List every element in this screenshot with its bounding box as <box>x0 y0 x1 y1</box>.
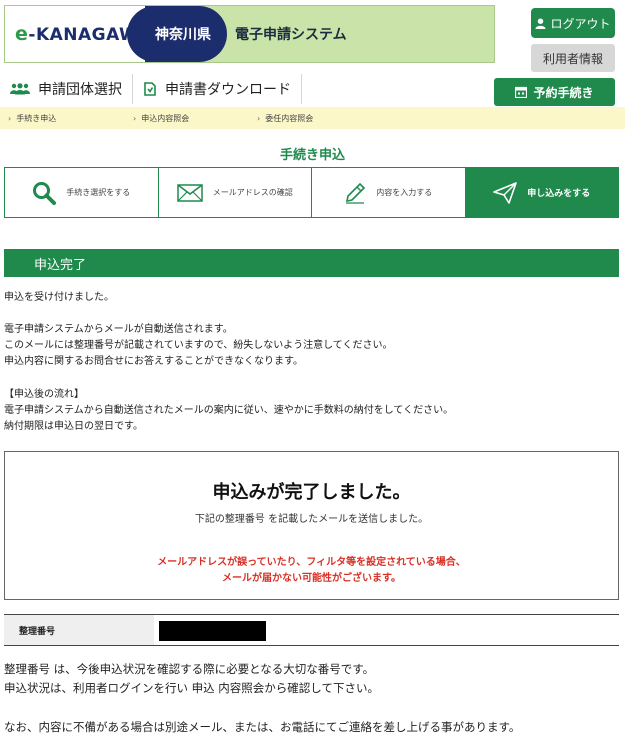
footer-note-1: 整理番号 は、今後申込状況を確認する際に必要となる大切な番号です。 <box>4 662 375 676</box>
warning-line: メールアドレスが誤っていたり、フィルタ等を設定されている場合、 <box>157 557 466 568</box>
logout-label: ログアウト <box>550 16 611 31</box>
chevron-right-icon: › <box>257 114 261 123</box>
reference-number-row: 整理番号 <box>4 614 619 646</box>
flow-notice: 【申込後の流れ】 電子申請システムから自動送信されたメールの案内に従い、速やかに… <box>4 387 453 435</box>
reservation-label: 予約手続き <box>533 85 594 100</box>
user-icon <box>535 17 547 29</box>
breadcrumb-item[interactable]: › 申込内容照会 <box>133 113 189 124</box>
group-icon <box>10 83 30 95</box>
breadcrumb-item[interactable]: › 委任内容照会 <box>257 113 313 124</box>
send-icon <box>493 181 518 204</box>
step-enter-content: 内容を入力する <box>312 168 466 217</box>
reference-number-label: 整理番号 <box>4 615 154 645</box>
completion-subtitle: 下記の整理番号 を記載したメールを送信しました。 <box>194 514 429 525</box>
step-select-procedure: 手続き選択をする <box>5 168 159 217</box>
footer-note-3: なお、内容に不備がある場合は別途メール、または、お電話にてご連絡を差し上げる事が… <box>4 720 521 734</box>
reservation-button[interactable]: 予約手続き <box>494 78 615 106</box>
breadcrumb: › 手続き申込 › 申込内容照会 › 委任内容照会 <box>0 107 625 129</box>
reference-number-redacted <box>159 621 266 641</box>
chevron-right-icon: › <box>8 114 12 123</box>
prefecture-name: 神奈川県 <box>155 27 211 43</box>
nav-label-download: 申請書ダウンロード <box>165 82 291 98</box>
email-warning: メールアドレスが誤っていたり、フィルタ等を設定されている場合、 メールが届かない… <box>5 555 618 587</box>
step-confirm-email: メールアドレスの確認 <box>159 168 312 217</box>
system-name: 電子申請システム <box>235 27 347 43</box>
user-info-button[interactable]: 利用者情報 <box>531 44 615 72</box>
search-icon <box>32 181 57 205</box>
mail-notice-line: 申込内容に関するお問合せにお答えすることができなくなります。 <box>4 356 303 367</box>
step-label: メールアドレスの確認 <box>212 188 293 197</box>
pencil-icon <box>344 182 366 204</box>
warning-line: メールが届かない可能性がございます。 <box>222 573 401 584</box>
step-label: 手続き選択をする <box>66 188 131 197</box>
section-heading: 申込完了 <box>4 249 619 277</box>
user-info-label: 利用者情報 <box>542 51 603 66</box>
site-logo-banner[interactable]: e-KANAGAWA 神奈川県 電子申請システム <box>4 5 495 63</box>
calendar-icon <box>515 86 528 98</box>
flow-line: 納付期限は申込日の翌日です。 <box>4 421 143 432</box>
chevron-right-icon: › <box>133 114 137 123</box>
completion-title: 申込みが完了しました。 <box>212 482 411 503</box>
step-label: 内容を入力する <box>376 188 433 197</box>
step-label: 申し込みをする <box>527 189 591 199</box>
mail-notice-line: このメールには整理番号が記載されていますので、紛失しないよう注意してください。 <box>4 340 393 351</box>
logout-button[interactable]: ログアウト <box>531 8 615 38</box>
nav-item-form-download[interactable]: 申請書ダウンロード <box>133 74 302 104</box>
progress-steps: 手続き選択をする メールアドレスの確認 内容を入力する 申し込みをする <box>4 167 619 218</box>
completion-panel: 申込みが完了しました。 下記の整理番号 を記載したメールを送信しました。 メール… <box>4 451 619 600</box>
flow-heading: 【申込後の流れ】 <box>4 389 84 400</box>
flow-line: 電子申請システムから自動送信されたメールの案内に従い、速やかに手数料の納付をして… <box>4 405 454 416</box>
step-submit: 申し込みをする <box>465 168 618 217</box>
page-title: 手続き申込 <box>279 148 345 163</box>
footer-note-2: 申込状況は、利用者ログインを行い 申込 内容照会から確認して下さい。 <box>4 681 379 695</box>
nav-item-organization-select[interactable]: 申請団体選択 <box>0 74 133 104</box>
mail-icon <box>177 183 203 202</box>
download-document-icon <box>143 82 157 96</box>
received-message: 申込を受け付けました。 <box>4 292 114 303</box>
mail-notice-line: 電子申請システムからメールが自動送信されます。 <box>4 324 233 335</box>
nav-label-organization: 申請団体選択 <box>38 82 122 98</box>
breadcrumb-item[interactable]: › 手続き申込 <box>8 113 56 124</box>
mail-notice: 電子申請システムからメールが自動送信されます。 このメールには整理番号が記載され… <box>4 322 393 370</box>
top-nav: 申請団体選択 申請書ダウンロード <box>0 74 302 106</box>
